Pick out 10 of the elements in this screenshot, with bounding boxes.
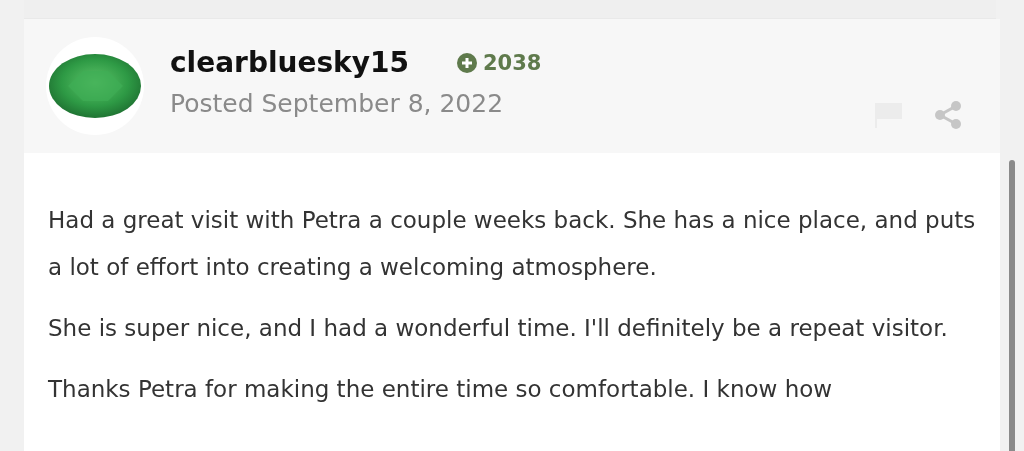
plus-circle-icon — [456, 52, 477, 73]
scrollbar[interactable] — [1009, 160, 1015, 451]
post-date: Posted September 8, 2022 — [170, 89, 505, 118]
gem-icon — [48, 53, 142, 119]
post-paragraph: Had a great visit with Petra a couple weeks back. She has a nice place, and puts a lot of effort into creating a welcoming atmosphere. — [48, 206, 976, 282]
post-paragraph: Thanks Petra for making the entire time so comfortable. I know how — [48, 375, 834, 404]
share-icon[interactable] — [934, 101, 962, 129]
post-paragraph: She is super nice, and I had a wonderful time. I'll definitely be a repeat visitor. — [48, 314, 949, 343]
author-name[interactable]: clearbluesky15 — [170, 46, 409, 79]
reputation-count: 2038 — [456, 50, 542, 75]
